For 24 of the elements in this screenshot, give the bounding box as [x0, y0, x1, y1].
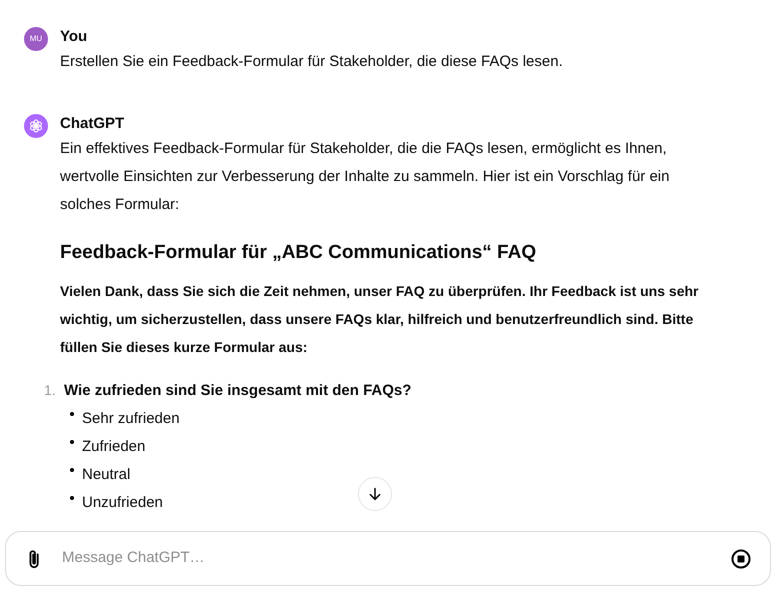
question-text: Wie zufrieden sind Sie insgesamt mit den FAQs?: [64, 381, 412, 401]
scroll-down-button[interactable]: [358, 477, 392, 511]
message-input[interactable]: Message ChatGPT…: [62, 547, 714, 570]
stop-button[interactable]: [730, 548, 752, 570]
message-text: Ein effektives Feedback-Formular für Stakeholder, die die FAQs lesen, ermöglicht es Ihnen, wertvolle Einsichten zur Verbesserung der Inhalte zu sammeln. Hier ist ein Vorschlag für ein solches Formular:: [60, 139, 670, 215]
list-number: 1.: [44, 381, 56, 400]
bullet-icon: [70, 440, 74, 444]
user-avatar: MU: [24, 27, 48, 51]
message-text: Erstellen Sie ein Feedback-Formular für Stakeholder, die diese FAQs lesen.: [60, 52, 564, 72]
bullet-icon: [70, 496, 74, 500]
bullet-icon: [70, 468, 74, 472]
author-name: ChatGPT: [60, 114, 126, 134]
bullet-icon: [70, 412, 74, 416]
intro-text: Vielen Dank, dass Sie sich die Zeit nehmen, unser FAQ zu überprüfen. Ihr Feedback ist uns sehr wichtig, um sicherzustellen, dass unsere FAQs klar, hilfreich und benutzerfreundlich sind. Bitte füllen Sie dieses kurze Formular aus:: [60, 282, 700, 357]
arrow-down-icon: [367, 486, 383, 502]
option-text: Unzufrieden: [82, 493, 163, 513]
response-heading: Feedback-Formular für „ABC Communications“ FAQ: [60, 241, 538, 265]
option-text: Sehr zufrieden: [82, 409, 180, 429]
logo-icon: [28, 118, 44, 134]
option-text: Neutral: [82, 465, 130, 485]
author-name: You: [60, 27, 88, 47]
stop-icon: [731, 548, 751, 568]
message-field[interactable]: Message ChatGPT…: [5, 531, 771, 586]
option-text: Zufrieden: [82, 437, 146, 457]
